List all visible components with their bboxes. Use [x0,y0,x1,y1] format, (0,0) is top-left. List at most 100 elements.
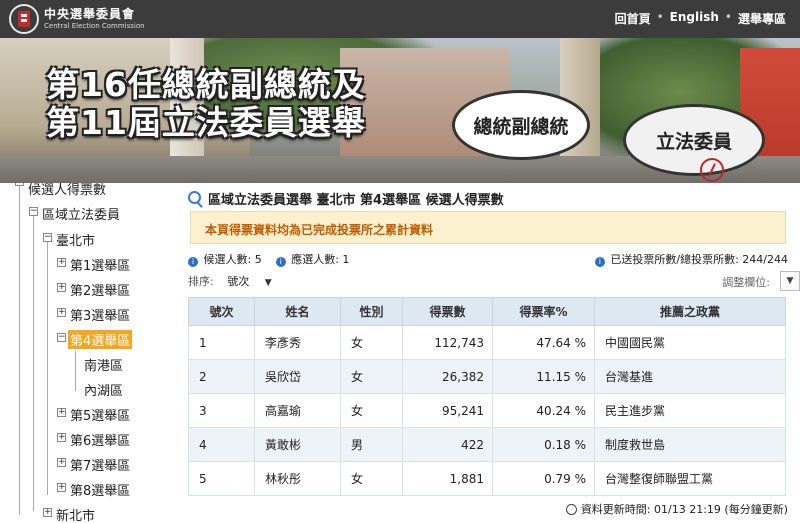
table-row: 1 李彥秀 女 112,743 47.64 % 中國國民黨 [188,325,786,360]
tree-collapse-icon[interactable]: − [43,233,52,242]
cell-gender: 男 [340,427,403,462]
cell-party: 中國國民黨 [594,325,786,360]
col-gender-header[interactable]: 性別 [340,297,403,326]
table-row: 2 吳欣岱 女 26,382 11.15 % 台灣基進 [188,359,786,394]
tree-item-district-7[interactable]: 第7選舉區 [70,455,130,474]
col-name-header[interactable]: 姓名 [254,297,341,326]
banner-title-line2: 第11屆立法委員選舉 [46,103,366,142]
tree-root-item[interactable]: 候選人得票數 [28,183,106,198]
info-icon: i [188,257,198,267]
org-subtitle: Central Election Commission [44,22,145,30]
tree-item-district-3[interactable]: 第3選舉區 [70,305,130,324]
adjust-columns-label: 調整欄位: [722,276,770,289]
tree-item-nangang[interactable]: 南港區 [84,355,123,374]
cell-number: 5 [188,461,255,496]
cell-rate: 40.24 % [492,393,595,428]
stations-count: 已送投票所數/總投票所數: 244/244 [610,253,788,266]
tree-item-district-8[interactable]: 第8選舉區 [70,480,130,499]
cell-name: 黃敢彬 [254,427,341,462]
col-party-header[interactable]: 推薦之政黨 [594,297,786,326]
main-content: 區域立法委員選舉 臺北市 第4選舉區 候選人得票數 本頁得票資料均為已完成投票所… [188,183,800,523]
cell-number: 4 [188,427,255,462]
tree-item-district-legislator[interactable]: 區域立法委員 [42,204,120,223]
nav-english-link[interactable]: English [670,10,719,27]
sort-select[interactable]: 號次 [227,275,249,288]
cell-party: 制度救世島 [594,427,786,462]
cell-gender: 女 [340,461,403,496]
nav-election-zone-link[interactable]: 選舉專區 [738,10,786,27]
vote-stamp-icon [700,158,724,182]
tree-expand-icon[interactable]: + [57,483,66,492]
update-time-text: 資料更新時間: 01/13 21:19 (每分鐘更新) [580,503,788,516]
col-votes-header[interactable]: 得票數 [402,297,493,326]
cell-votes: 95,241 [402,393,493,428]
cell-rate: 0.18 % [492,427,595,462]
election-banner: 第16任總統副總統及 第11屆立法委員選舉 總統副總統 立法委員 [0,38,800,183]
table-header-row: 號次 姓名 性別 得票數 得票率% 推薦之政黨 [188,297,786,326]
tree-collapse-icon[interactable]: − [57,333,66,342]
col-rate-header[interactable]: 得票率% [492,297,595,326]
cell-name: 吳欣岱 [254,359,341,394]
cell-rate: 0.79 % [492,461,595,496]
cell-gender: 女 [340,359,403,394]
cell-party: 台灣整復師聯盟工黨 [594,461,786,496]
cell-votes: 112,743 [402,325,493,360]
tree-collapse-icon[interactable]: − [29,207,38,216]
cell-name: 高嘉瑜 [254,393,341,428]
table-row: 4 黃敢彬 男 422 0.18 % 制度救世島 [188,427,786,462]
col-number-header[interactable]: 號次 [188,297,255,326]
tree-expand-icon[interactable]: + [57,283,66,292]
cell-party: 台灣基進 [594,359,786,394]
nav-separator: • [656,10,664,24]
nav-home-link[interactable]: 回首頁 [615,10,651,27]
tree-item-taipei[interactable]: 臺北市 [56,230,95,249]
tree-item-district-2[interactable]: 第2選舉區 [70,280,130,299]
tree-expand-icon[interactable]: + [43,508,52,517]
results-table: 號次 姓名 性別 得票數 得票率% 推薦之政黨 1 李彥秀 女 112,743 … [188,297,786,496]
adjust-columns-button[interactable]: ▼ [780,271,800,291]
tree-line [47,235,48,495]
table-row: 3 高嘉瑜 女 95,241 40.24 % 民主進步黨 [188,393,786,428]
cell-votes: 1,881 [402,461,493,496]
tree-item-district-5[interactable]: 第5選舉區 [70,405,130,424]
tree-expand-icon[interactable]: + [57,258,66,267]
cell-number: 1 [188,325,255,360]
cell-votes: 422 [402,427,493,462]
sort-control[interactable]: 排序: 號次 ▼ [188,273,272,289]
stats-row: i 候選人數: 5 i 應選人數: 1 i 已送投票所數/總投票所數: 244/… [188,251,788,267]
info-icon: i [594,257,605,267]
cell-votes: 26,382 [402,359,493,394]
cell-gender: 女 [340,393,403,428]
cell-name: 李彥秀 [254,325,341,360]
cell-number: 2 [188,359,255,394]
cell-name: 林秋彤 [254,461,341,496]
tree-expand-icon[interactable]: + [57,433,66,442]
tree-line [33,211,34,511]
org-name: 中央選舉委員會 [44,7,136,21]
banner-title: 第16任總統副總統及 第11屆立法委員選舉 [46,66,366,142]
top-bar: 中央選舉委員會 Central Election Commission 回首頁 … [0,0,800,38]
tree-item-district-4[interactable]: 第4選舉區 [68,330,133,349]
tree-item-district-6[interactable]: 第6選舉區 [70,430,130,449]
tree-item-neihu[interactable]: 內湖區 [84,380,123,399]
sort-label: 排序: [188,275,214,288]
legislator-bubble[interactable]: 立法委員 [623,104,765,176]
nav-separator: • [724,10,732,24]
cec-logo-icon[interactable] [8,3,40,35]
tree-expand-icon[interactable]: + [57,308,66,317]
cell-party: 民主進步黨 [594,393,786,428]
tree-item-new-taipei[interactable]: 新北市 [56,505,95,523]
chevron-down-icon[interactable]: ▼ [265,278,272,288]
cell-number: 3 [188,393,255,428]
cell-rate: 47.64 % [492,325,595,360]
president-bubble[interactable]: 總統副總統 [452,90,590,160]
tree-line [19,185,20,515]
tree-expand-icon[interactable]: + [57,408,66,417]
tree-item-district-1[interactable]: 第1選舉區 [70,255,130,274]
elected-count: 應選人數: 1 [291,253,350,266]
info-icon: i [275,257,286,267]
cell-gender: 女 [340,325,403,360]
tree-collapse-icon[interactable]: − [15,183,24,186]
banner-title-line1: 第16任總統副總統及 [46,65,366,104]
tree-expand-icon[interactable]: + [57,458,66,467]
